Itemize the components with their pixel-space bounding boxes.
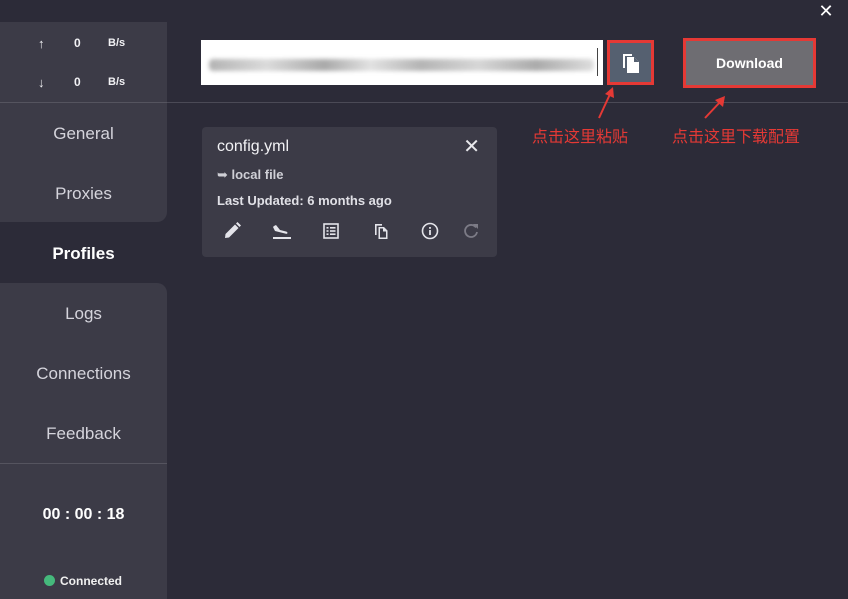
toolbar-divider: [167, 102, 848, 103]
upload-speed: ↑ 0 B/s: [0, 34, 167, 56]
paste-button[interactable]: [607, 40, 654, 85]
sidebar-item-profiles[interactable]: Profiles: [0, 234, 167, 274]
status-label: Connected: [60, 574, 123, 588]
title-bar: ✕: [0, 0, 848, 22]
paste-hint-arrow-icon: [598, 87, 614, 119]
sidebar: ↑ 0 B/s ↓ 0 B/s General Proxies Profiles…: [0, 22, 167, 599]
refresh-icon[interactable]: [461, 221, 483, 243]
profile-last-updated: Last Updated: 6 months ago: [217, 193, 392, 208]
list-icon[interactable]: [321, 221, 343, 243]
copy-icon[interactable]: [371, 221, 393, 243]
status-dot-icon: [44, 575, 55, 586]
sidebar-top-panel: ↑ 0 B/s ↓ 0 B/s General Proxies: [0, 22, 167, 222]
profile-actions: [216, 221, 486, 243]
upload-arrow-icon: ↑: [38, 36, 45, 51]
profile-url-input[interactable]: [201, 40, 603, 85]
download-button[interactable]: Download: [683, 38, 816, 88]
uptime-timer: 00 : 00 : 18: [42, 506, 125, 523]
sidebar-item-feedback[interactable]: Feedback: [0, 414, 167, 454]
profile-name: config.yml: [217, 138, 290, 155]
download-hint-arrow-icon: [704, 96, 725, 119]
profile-card[interactable]: config.yml ✕ ➥ local file Last Updated: …: [202, 127, 497, 257]
sidebar-item-logs[interactable]: Logs: [0, 294, 167, 334]
main-content: Download 点击这里粘贴 点击这里下载配置 config.yml ✕ ➥ …: [167, 22, 848, 599]
sidebar-item-proxies[interactable]: Proxies: [0, 174, 167, 214]
close-window-button[interactable]: ✕: [816, 1, 836, 21]
delete-profile-button[interactable]: ✕: [463, 136, 480, 158]
sidebar-divider: [0, 463, 167, 464]
download-value: 0: [74, 75, 81, 89]
redacted-url-text: [209, 59, 594, 71]
paste-hint-label: 点击这里粘贴: [532, 127, 629, 146]
text-caret: [597, 48, 598, 76]
copy-icon: [623, 54, 639, 73]
download-speed: ↓ 0 B/s: [0, 73, 167, 95]
sidebar-bottom-panel: Logs Connections Feedback: [0, 283, 167, 599]
sidebar-divider: [0, 102, 167, 103]
flight-land-icon[interactable]: [271, 221, 293, 243]
edit-icon[interactable]: [222, 221, 244, 243]
sidebar-item-general[interactable]: General: [0, 114, 167, 154]
sidebar-item-connections[interactable]: Connections: [0, 354, 167, 394]
connection-status: Connected: [44, 573, 122, 589]
download-hint-label: 点击这里下载配置: [672, 127, 801, 146]
upload-unit: B/s: [108, 37, 126, 49]
info-icon[interactable]: [420, 221, 442, 243]
profile-source: ➥ local file: [217, 167, 284, 182]
upload-value: 0: [74, 36, 81, 50]
download-unit: B/s: [108, 76, 126, 88]
download-arrow-icon: ↓: [38, 75, 45, 90]
